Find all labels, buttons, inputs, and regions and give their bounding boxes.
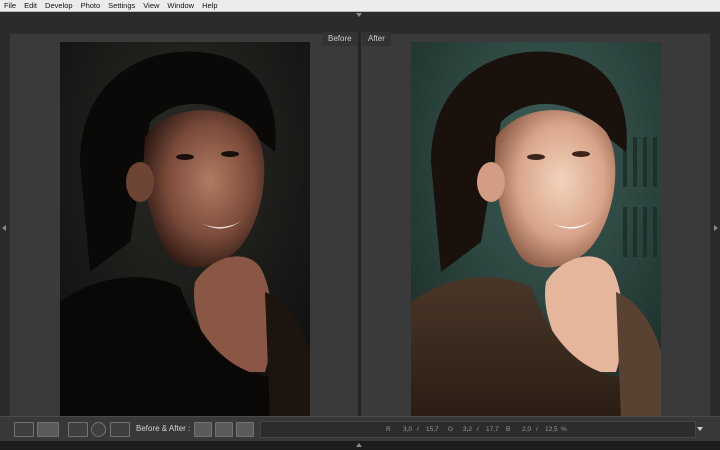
copy-before-to-after-icon[interactable] [194,422,212,437]
menu-help[interactable]: Help [198,0,221,11]
r-separator: / [417,426,419,433]
copy-after-to-before-icon[interactable] [215,422,233,437]
r-label: R [386,426,391,433]
b-separator: / [536,426,538,433]
b-before-value: 2,0 [522,426,532,433]
single-frame-icon[interactable] [14,422,34,437]
yy-compare-icon[interactable] [37,422,59,437]
r-before-value: 3,0 [403,426,413,433]
menu-edit[interactable]: Edit [20,0,41,11]
portrait-before-image [60,42,310,419]
toolbar: Before & After : R 3,0 / 15,7 G 3,2 / 17… [0,416,720,441]
after-photo[interactable] [411,42,661,419]
menu-photo[interactable]: Photo [77,0,105,11]
bottom-panel-toggle-icon[interactable] [356,443,362,447]
menu-view[interactable]: View [139,0,163,11]
spot-removal-icon[interactable] [91,422,106,437]
menu-file[interactable]: File [0,0,20,11]
toolbar-options-dropdown-icon[interactable] [697,427,703,431]
menu-bar: File Edit Develop Photo Settings View Wi… [0,0,720,12]
b-label: B [506,426,511,433]
before-after-label: Before & After : [136,424,191,433]
rgb-readout: R 3,0 / 15,7 G 3,2 / 17,7 B 2,0 / 12,5 % [260,421,696,438]
menu-window[interactable]: Window [163,0,198,11]
after-label: After [362,32,391,46]
right-panel-toggle-icon[interactable] [714,225,718,231]
bottom-panel-strip [0,441,720,450]
g-after-value: 17,7 [486,426,499,433]
menu-develop[interactable]: Develop [41,0,77,11]
before-label: Before [322,32,358,46]
menu-settings[interactable]: Settings [104,0,139,11]
swap-icon[interactable] [236,422,254,437]
crop-overlay-icon[interactable] [68,422,88,437]
r-after-value: 15,7 [426,426,439,433]
top-panel-toggle-icon[interactable] [356,13,362,17]
workspace: Before After [0,12,720,427]
g-separator: / [477,426,479,433]
b-after-value: 12,5 [545,426,558,433]
portrait-after-image [411,42,661,419]
before-photo[interactable] [60,42,310,419]
g-before-value: 3,2 [463,426,473,433]
redeye-icon[interactable] [110,422,130,437]
g-label: G [448,426,454,433]
left-panel-toggle-icon[interactable] [2,225,6,231]
percent-unit: % [561,426,567,433]
